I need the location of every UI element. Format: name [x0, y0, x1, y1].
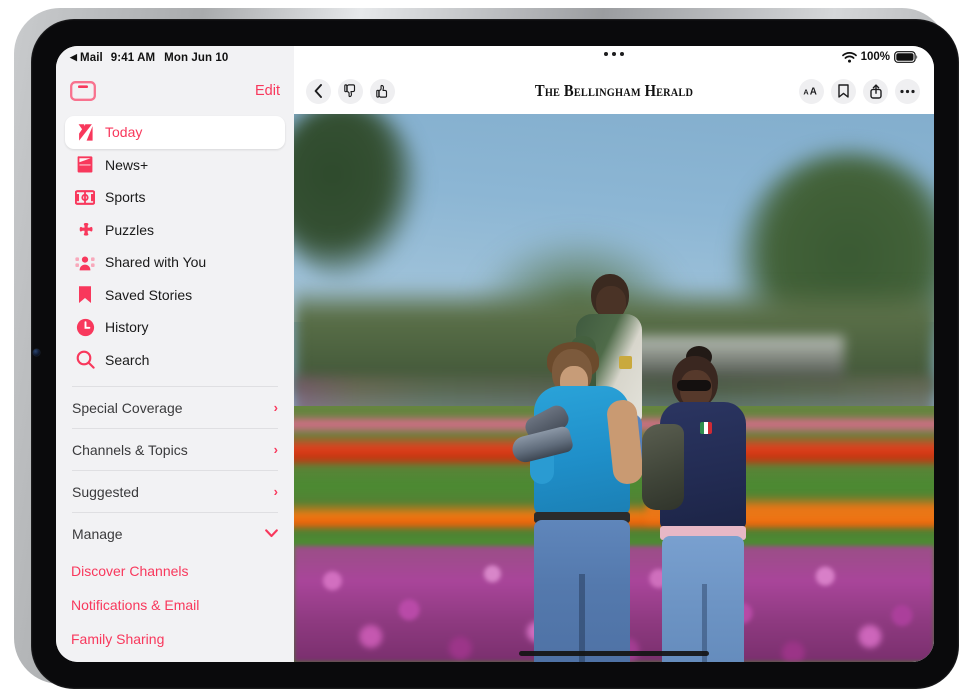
news-sidebar: ◀ Mail 9:41 AM Mon Jun 10 Edit	[56, 46, 294, 662]
sidebar-item-saved-stories[interactable]: Saved Stories	[65, 279, 285, 312]
share-icon[interactable]	[863, 79, 888, 104]
sidebar-item-label: Shared with You	[105, 255, 206, 269]
sidebar-item-label: Sports	[105, 190, 145, 204]
sidebar-toggle-icon[interactable]	[70, 81, 96, 101]
sidebar-header: Edit	[56, 68, 294, 114]
sidebar-group-label: Suggested	[72, 484, 139, 500]
chevron-right-icon[interactable]: ›	[274, 484, 278, 499]
sidebar-item-puzzles[interactable]: Puzzles	[65, 214, 285, 247]
bookmark-icon[interactable]	[831, 79, 856, 104]
bookmark-icon	[74, 284, 96, 306]
chevron-right-icon[interactable]: ›	[274, 400, 278, 415]
sidebar-item-label: Search	[105, 353, 149, 367]
sidebar-item-label: Today	[105, 125, 142, 139]
man-jeans-seam	[579, 574, 585, 662]
boy-jacket-patch	[619, 356, 632, 369]
article-toolbar: The Bellingham Herald A A	[294, 68, 934, 114]
family-sharing-link[interactable]: Family Sharing	[71, 622, 279, 656]
dot	[604, 52, 608, 56]
edit-button[interactable]: Edit	[255, 83, 280, 99]
sidebar-group-suggested[interactable]: Suggested ›	[72, 470, 278, 512]
sidebar-item-label: History	[105, 320, 149, 334]
thumbs-down-icon[interactable]	[338, 79, 363, 104]
puzzle-piece-icon	[74, 219, 96, 241]
sidebar-item-today[interactable]: Today	[65, 116, 285, 149]
sidebar-item-label: News+	[105, 158, 148, 172]
shared-with-you-icon	[74, 251, 96, 273]
home-indicator-bar[interactable]	[519, 651, 709, 656]
sidebar-group-label: Manage	[72, 526, 123, 542]
sidebar-nav-list: Today News+	[56, 116, 294, 376]
sidebar-group-manage[interactable]: Manage	[72, 512, 278, 554]
sidebar-item-history[interactable]: History	[65, 311, 285, 344]
people-walking-in-tulip-field-photo	[294, 114, 934, 662]
sidebar-item-label: Saved Stories	[105, 288, 192, 302]
masthead-text: The Bellingham Herald	[535, 81, 693, 101]
back-to-app-caret-icon[interactable]: ◀	[70, 52, 77, 63]
status-time: 9:41 AM	[111, 52, 155, 64]
status-bar-left: ◀ Mail 9:41 AM Mon Jun 10	[56, 46, 294, 68]
tree-left	[294, 114, 422, 282]
search-icon	[74, 349, 96, 371]
sidebar-item-label: Puzzles	[105, 223, 154, 237]
sidebar-item-sports[interactable]: Sports	[65, 181, 285, 214]
status-date: Mon Jun 10	[164, 52, 228, 64]
sidebar-group-label: Channels & Topics	[72, 442, 188, 458]
back-to-app-label[interactable]: Mail	[80, 52, 103, 64]
camera-indicator-dot	[33, 349, 40, 356]
multitasking-dots-button[interactable]	[604, 52, 624, 56]
text-size-icon[interactable]: A A	[799, 79, 824, 104]
chevron-right-icon[interactable]: ›	[274, 442, 278, 457]
sidebar-item-news-plus[interactable]: News+	[65, 149, 285, 182]
dot	[612, 52, 616, 56]
woman-sunglasses	[677, 380, 711, 391]
svg-text:A: A	[803, 87, 809, 96]
sidebar-item-search[interactable]: Search	[65, 344, 285, 377]
thumbs-up-icon[interactable]	[370, 79, 395, 104]
battery-percent-label: 100%	[861, 51, 890, 63]
dot	[620, 52, 624, 56]
sidebar-group-special-coverage[interactable]: Special Coverage ›	[72, 386, 278, 428]
ipad-screen: ◀ Mail 9:41 AM Mon Jun 10 Edit	[56, 46, 934, 662]
sidebar-manage-links: Discover Channels Notifications & Email …	[71, 554, 279, 656]
status-bar-right: 100%	[294, 46, 934, 68]
wifi-icon	[842, 52, 857, 63]
woman-shoulder-bag	[642, 424, 684, 510]
back-button[interactable]	[306, 79, 331, 104]
article-pane: 100%	[294, 46, 934, 662]
sidebar-item-shared-with-you[interactable]: Shared with You	[65, 246, 285, 279]
apple-news-icon	[74, 121, 96, 143]
clock-icon	[74, 316, 96, 338]
news-plus-icon	[74, 154, 96, 176]
sidebar-group-list: Special Coverage › Channels & Topics › S…	[56, 386, 294, 554]
discover-channels-link[interactable]: Discover Channels	[71, 554, 279, 588]
chevron-down-icon[interactable]	[265, 529, 278, 538]
sidebar-group-label: Special Coverage	[72, 400, 183, 416]
sports-icon	[74, 186, 96, 208]
battery-full-icon	[894, 51, 918, 63]
ellipsis-icon[interactable]	[895, 79, 920, 104]
svg-text:A: A	[810, 86, 817, 97]
ipad-device-frame: ◀ Mail 9:41 AM Mon Jun 10 Edit	[14, 8, 948, 684]
publication-masthead: The Bellingham Herald	[522, 81, 706, 101]
woman-jacket-logo	[700, 422, 712, 434]
notifications-email-link[interactable]: Notifications & Email	[71, 588, 279, 622]
sidebar-group-channels-topics[interactable]: Channels & Topics ›	[72, 428, 278, 470]
